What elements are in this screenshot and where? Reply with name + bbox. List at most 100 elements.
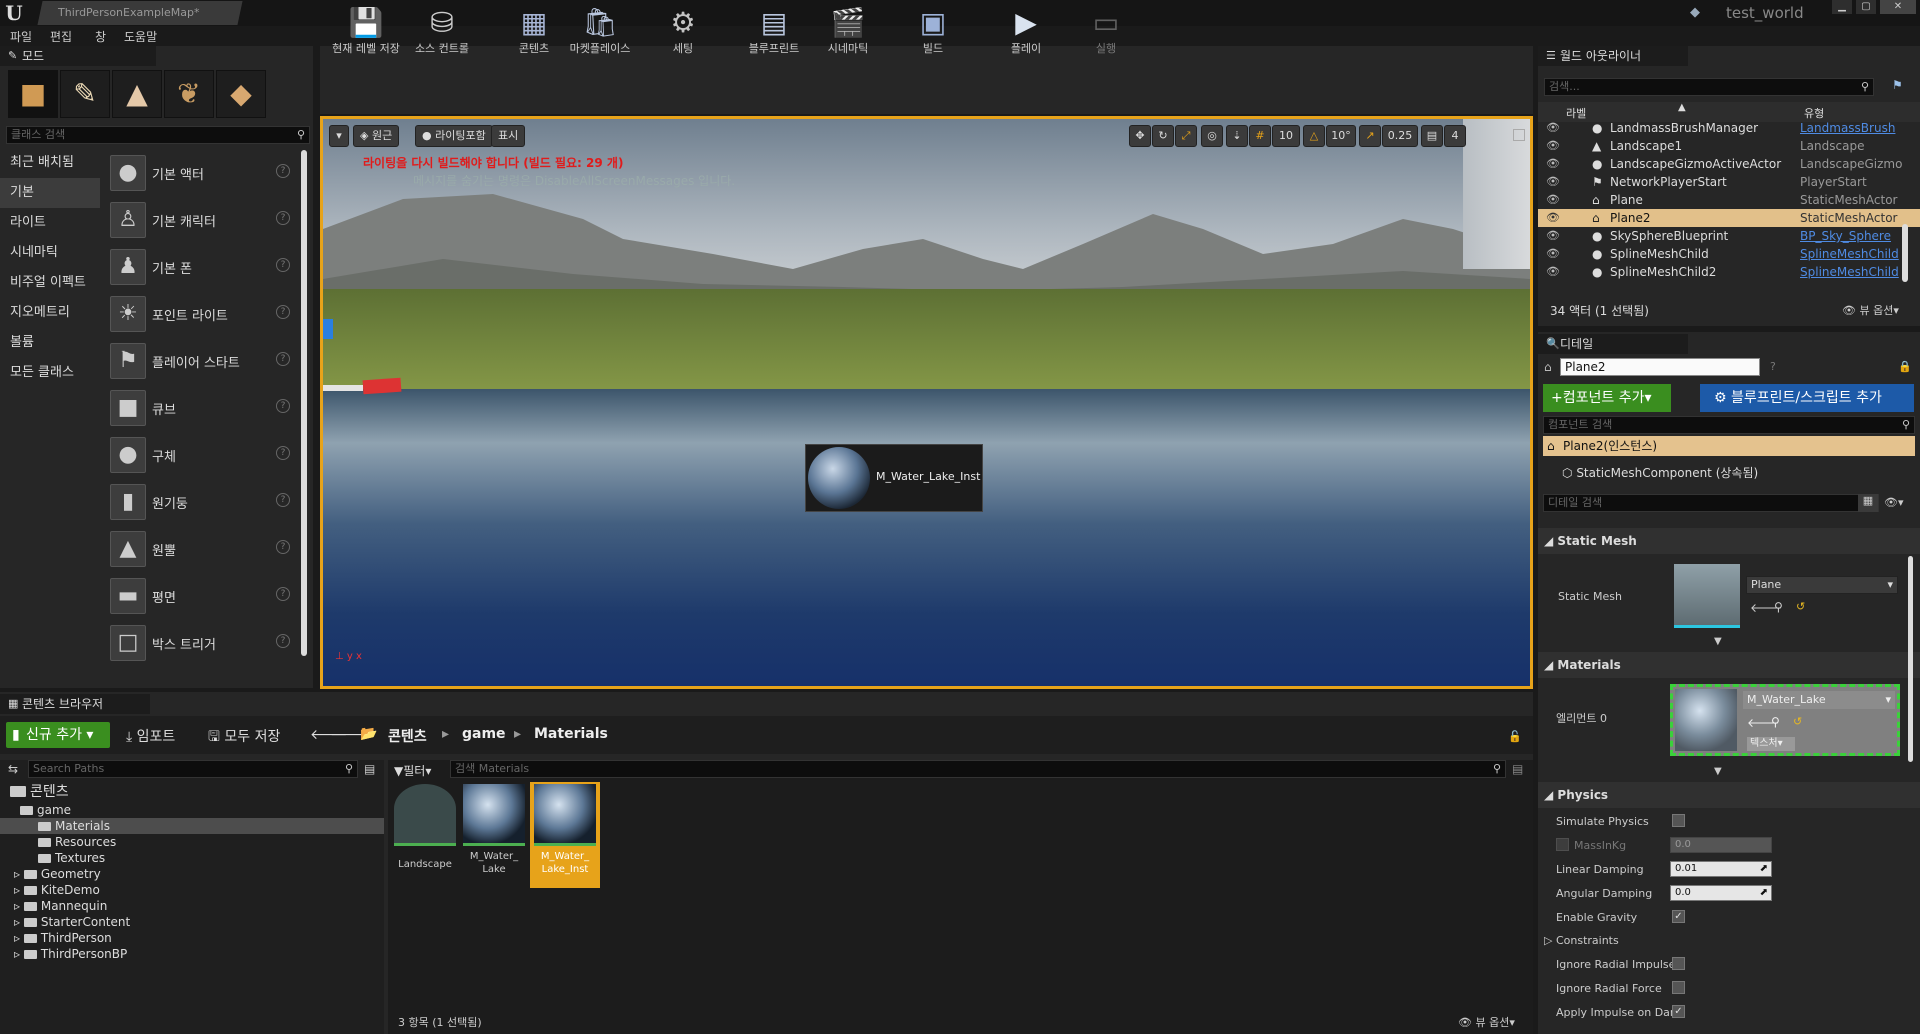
filter-button[interactable]: ▼필터▾ [394,762,431,779]
maximize-button[interactable]: ▢ [1856,0,1876,14]
save-level-button[interactable]: 💾 현재 레벨 저장 [326,2,406,64]
ignore-radial-force-checkbox[interactable] [1672,981,1685,994]
launch-button[interactable]: ▭ 실행 [1066,2,1146,64]
material-slot-drop-target[interactable]: M_Water_Lake ▾ 🡐 ⚲ ↺ 텍스처▾ [1670,684,1900,756]
rotate-tool-icon[interactable]: ↻ [1152,125,1174,147]
reset-icon[interactable]: ↺ [1793,715,1802,728]
materials-section-header[interactable]: ◢ Materials [1538,652,1920,678]
grid-snap-value[interactable]: 10 [1272,125,1300,147]
tree-item-mannequin[interactable]: ▹ Mannequin [0,898,384,914]
tree-item-kitedemo[interactable]: ▹ KiteDemo [0,882,384,898]
browse-icon[interactable]: ⚲ [1774,600,1783,614]
outliner-row[interactable]: 👁 ● LandmassBrushManager LandmassBrush [1538,119,1920,137]
place-item-character[interactable]: ♙ 기본 캐릭터? [104,197,300,243]
expand-icon[interactable]: ▼ [1714,636,1722,647]
outliner-row[interactable]: 👁 ● LandscapeGizmoActiveActor LandscapeGizm… [1538,155,1920,173]
category-volumes[interactable]: 볼륨 [0,328,100,358]
scale-tool-icon[interactable]: ⤢ [1175,125,1197,147]
tree-item-startercontent[interactable]: ▹ StarterContent [0,914,384,930]
add-new-button[interactable]: ▮ 신규 추가 ▾ [6,722,110,748]
details-scrollbar[interactable] [1908,556,1913,762]
add-blueprint-script-button[interactable]: ⚙ 블루프린트/스크립트 추가 [1700,384,1914,412]
visibility-eye-icon[interactable]: 👁 [1546,173,1560,191]
menu-edit[interactable]: 편집 [50,28,72,45]
search-paths-input[interactable]: Search Paths ⚲ [28,760,358,778]
instance-row[interactable]: ⌂ Plane2(인스턴스) [1543,436,1915,456]
component-row[interactable]: ⬡ StaticMeshComponent (상속됨) [1562,464,1758,481]
static-mesh-dropdown[interactable]: Plane ▾ [1746,576,1898,594]
play-button[interactable]: ▶ 플레이 [986,2,1066,64]
source-control-status-icon[interactable]: ◆ [1690,5,1708,21]
breadcrumb-content[interactable]: 콘텐츠 [388,726,427,746]
show-button[interactable]: 표시 [491,125,526,147]
lock-icon[interactable]: 🔓 [1508,730,1522,743]
place-item-cube[interactable]: ■ 큐브? [104,385,300,431]
close-window-button[interactable]: ✕ [1880,0,1916,14]
import-button[interactable]: ⤓ 임포트 [126,726,175,746]
gizmo-blue-axis[interactable] [323,319,333,339]
translate-tool-icon[interactable]: ✥ [1129,125,1151,147]
scale-snap-value[interactable]: 0.25 [1382,125,1418,147]
cinematic-button[interactable]: 🎬 시네마틱 [808,2,888,64]
outliner-view-options-button[interactable]: 👁 뷰 옵션▾ [1842,302,1899,318]
surface-snap-icon[interactable]: ⇣ [1226,125,1248,147]
ignore-radial-impulse-checkbox[interactable] [1672,957,1685,970]
source-control-button[interactable]: ⛁ 소스 컨트롤 [402,2,482,64]
visibility-eye-icon[interactable]: 👁 [1546,191,1560,209]
tree-item-thirdperson[interactable]: ▹ ThirdPerson [0,930,384,946]
maximize-viewport-icon[interactable] [1513,129,1525,141]
place-item-player-start[interactable]: ⚑ 플레이어 스타트? [104,338,300,384]
rotation-snap-value[interactable]: 10° [1326,125,1356,147]
material-dropdown[interactable]: M_Water_Lake ▾ [1743,691,1895,709]
menu-file[interactable]: 파일 [10,28,32,45]
settings-button[interactable]: ⚙ 세팅 [643,2,723,64]
world-outliner-tab[interactable]: ☰ 월드 아웃라이너 [1538,46,1688,66]
visibility-eye-icon[interactable]: 👁 [1546,137,1560,155]
help-icon[interactable]: ? [276,493,290,507]
static-mesh-thumbnail[interactable] [1674,564,1740,628]
component-search-input[interactable]: 컴포넌트 검색 ⚲ [1543,416,1915,434]
asset-landscape[interactable]: Landscape [392,784,458,888]
tree-item-game[interactable]: game [0,802,384,818]
texture-dropdown[interactable]: 텍스처▾ [1747,737,1795,751]
category-all-classes[interactable]: 모든 클래스 [0,358,100,388]
camera-speed-icon[interactable]: ▤ [1421,125,1443,147]
paint-mode-icon[interactable]: ✎ [60,70,110,118]
help-icon[interactable]: ? [276,446,290,460]
simulate-physics-checkbox[interactable] [1672,814,1685,827]
tree-item-resources[interactable]: Resources [0,834,384,850]
outliner-search-input[interactable]: 검색... ⚲ [1544,78,1874,96]
world-local-icon[interactable]: ◎ [1201,125,1223,147]
scale-snap-icon[interactable]: ↗ [1359,125,1381,147]
gizmo-red-axis[interactable] [362,377,402,395]
visibility-eye-icon[interactable]: 👁 [1546,119,1560,137]
level-viewport[interactable]: ▾ ◈ 원근 ● 라이팅포함 표시 ✥ ↻ ⤢ ◎ ⇣ # 10 △ 10° ↗… [320,116,1533,689]
place-item-pawn[interactable]: ♟ 기본 폰? [104,244,300,290]
category-basic[interactable]: 기본 [0,178,100,208]
add-component-button[interactable]: +컴포넌트 추가▾ [1543,384,1671,412]
constraints-group[interactable]: ▷ Constraints [1544,934,1619,947]
place-item-sphere[interactable]: ● 구체? [104,432,300,478]
marketplace-button[interactable]: 🛍 마켓플레이스 [560,2,640,64]
geometry-mode-icon[interactable]: ◆ [216,70,266,118]
tree-item-thirdpersonbp[interactable]: ▹ ThirdPersonBP [0,946,384,962]
breadcrumb-game[interactable]: game [462,726,506,742]
outliner-row[interactable]: 👁 ⚑ NetworkPlayerStart PlayerStart [1538,173,1920,191]
add-filter-icon[interactable]: ⚑ [1892,78,1903,92]
camera-speed-value[interactable]: 4 [1444,125,1466,147]
save-all-button[interactable]: 🖫 모두 저장 [208,726,280,750]
level-tab[interactable]: ThirdPersonExampleMap* [37,1,243,25]
help-icon[interactable]: ? [276,399,290,413]
detail-search-input[interactable]: 디테일 검색 ⚲ [1543,494,1879,512]
tree-item-content[interactable]: 콘텐츠 [0,784,384,800]
visibility-eye-icon[interactable]: 👁 [1546,263,1560,281]
landscape-mode-icon[interactable]: ▲ [112,70,162,118]
category-cinematic[interactable]: 시네마틱 [0,238,100,268]
outliner-row[interactable]: 👁 ● SkySphereBlueprint BP_Sky_Sphere [1538,227,1920,245]
category-visual-effects[interactable]: 비주얼 이펙트 [0,268,100,298]
property-matrix-icon[interactable]: ▦ [1858,494,1878,512]
help-icon[interactable]: ? [276,164,290,178]
mass-in-kg-checkbox[interactable] [1556,838,1569,851]
place-mode-icon[interactable]: ■ [8,70,58,118]
help-icon[interactable]: ? [276,258,290,272]
